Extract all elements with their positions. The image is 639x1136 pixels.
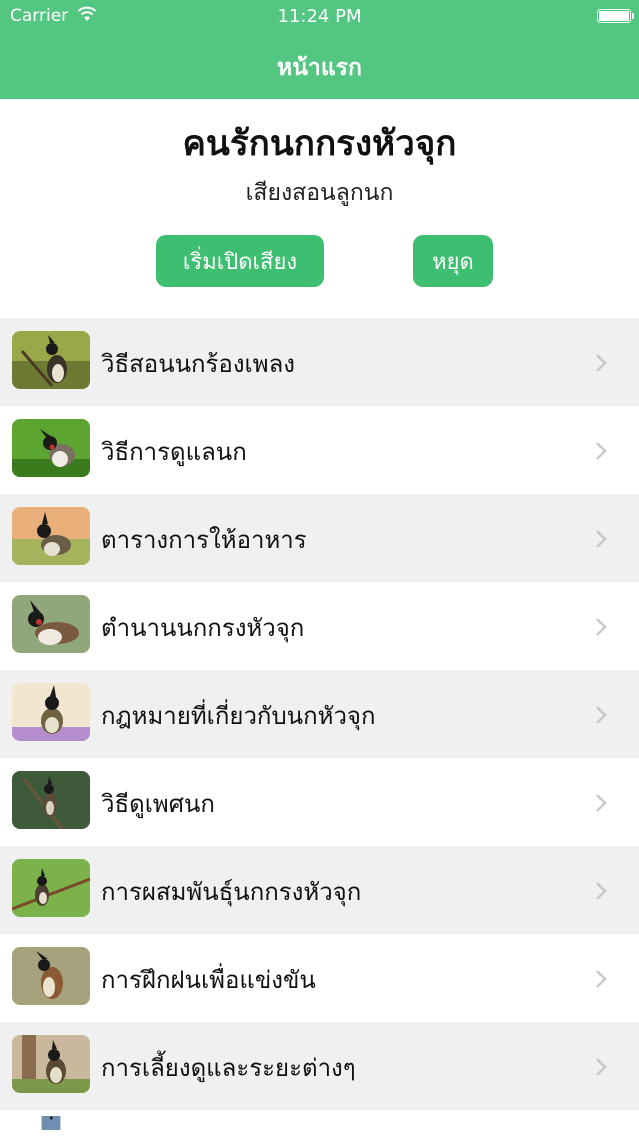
play-sound-button[interactable]: เริ่มเปิดเสียง <box>156 235 324 287</box>
bird-thumbnail <box>41 1116 61 1130</box>
list-item[interactable]: ตารางการให้อาหาร <box>0 494 639 582</box>
list-item[interactable]: วิธีสอนนกร้องเพลง <box>0 318 639 406</box>
bird-thumbnail <box>12 771 90 829</box>
chevron-right-icon <box>596 1058 607 1076</box>
bird-thumbnail <box>12 595 90 653</box>
list-item[interactable]: ตำนานนกกรงหัวจุก <box>0 582 639 670</box>
bird-thumbnail <box>12 947 90 1005</box>
battery-icon <box>597 9 634 23</box>
chevron-right-icon <box>596 530 607 548</box>
list-item-label: ตารางการให้อาหาร <box>101 526 307 554</box>
status-bar: Carrier 11:24 PM <box>0 0 639 34</box>
chevron-right-icon <box>596 882 607 900</box>
list-item[interactable]: วิธีการดูแลนก <box>0 406 639 494</box>
list-item[interactable]: กฎหมายที่เกี่ยวกับนกหัวจุก <box>0 670 639 758</box>
chevron-right-icon <box>596 794 607 812</box>
list-item[interactable]: การฝึกฝนเพื่อแข่งขัน <box>0 934 639 1022</box>
topic-list: วิธีสอนนกร้องเพลง วิธีการดูแลนก ตารางการ… <box>0 318 639 1130</box>
chevron-right-icon <box>596 706 607 724</box>
list-item[interactable] <box>0 1110 639 1130</box>
chevron-right-icon <box>596 354 607 372</box>
list-item[interactable]: วิธีดูเพศนก <box>0 758 639 846</box>
list-item[interactable]: การผสมพันธุ์นกกรงหัวจุก <box>0 846 639 934</box>
stop-button[interactable]: หยุด <box>413 235 493 287</box>
bird-thumbnail <box>12 419 90 477</box>
app-subtitle: เสียงสอนลูกนก <box>245 180 394 206</box>
list-item-label: วิธีสอนนกร้องเพลง <box>101 350 296 378</box>
list-item-label: การผสมพันธุ์นกกรงหัวจุก <box>101 878 362 906</box>
list-item-label: กฎหมายที่เกี่ยวกับนกหัวจุก <box>101 702 376 730</box>
list-item-label: ตำนานนกกรงหัวจุก <box>101 614 305 642</box>
bird-thumbnail <box>12 507 90 565</box>
bird-thumbnail <box>12 683 90 741</box>
bird-thumbnail <box>12 1035 90 1093</box>
chevron-right-icon <box>596 442 607 460</box>
chevron-right-icon <box>596 970 607 988</box>
bird-thumbnail <box>12 331 90 389</box>
nav-title: หน้าแรก <box>277 55 362 81</box>
list-item-label: วิธีการดูแลนก <box>101 438 247 466</box>
list-item-label: การฝึกฝนเพื่อแข่งขัน <box>101 966 316 994</box>
navigation-bar: Carrier 11:24 PM หน้าแรก <box>0 0 639 99</box>
list-item-label: วิธีดูเพศนก <box>101 790 215 818</box>
app-title: คนรักนกกรงหัวจุก <box>182 124 457 164</box>
status-time: 11:24 PM <box>277 6 362 27</box>
list-item-label: การเลี้ยงดูและระยะต่างๆ <box>101 1054 356 1082</box>
bird-thumbnail <box>12 859 90 917</box>
chevron-right-icon <box>596 618 607 636</box>
list-item[interactable]: การเลี้ยงดูและระยะต่างๆ <box>0 1022 639 1110</box>
